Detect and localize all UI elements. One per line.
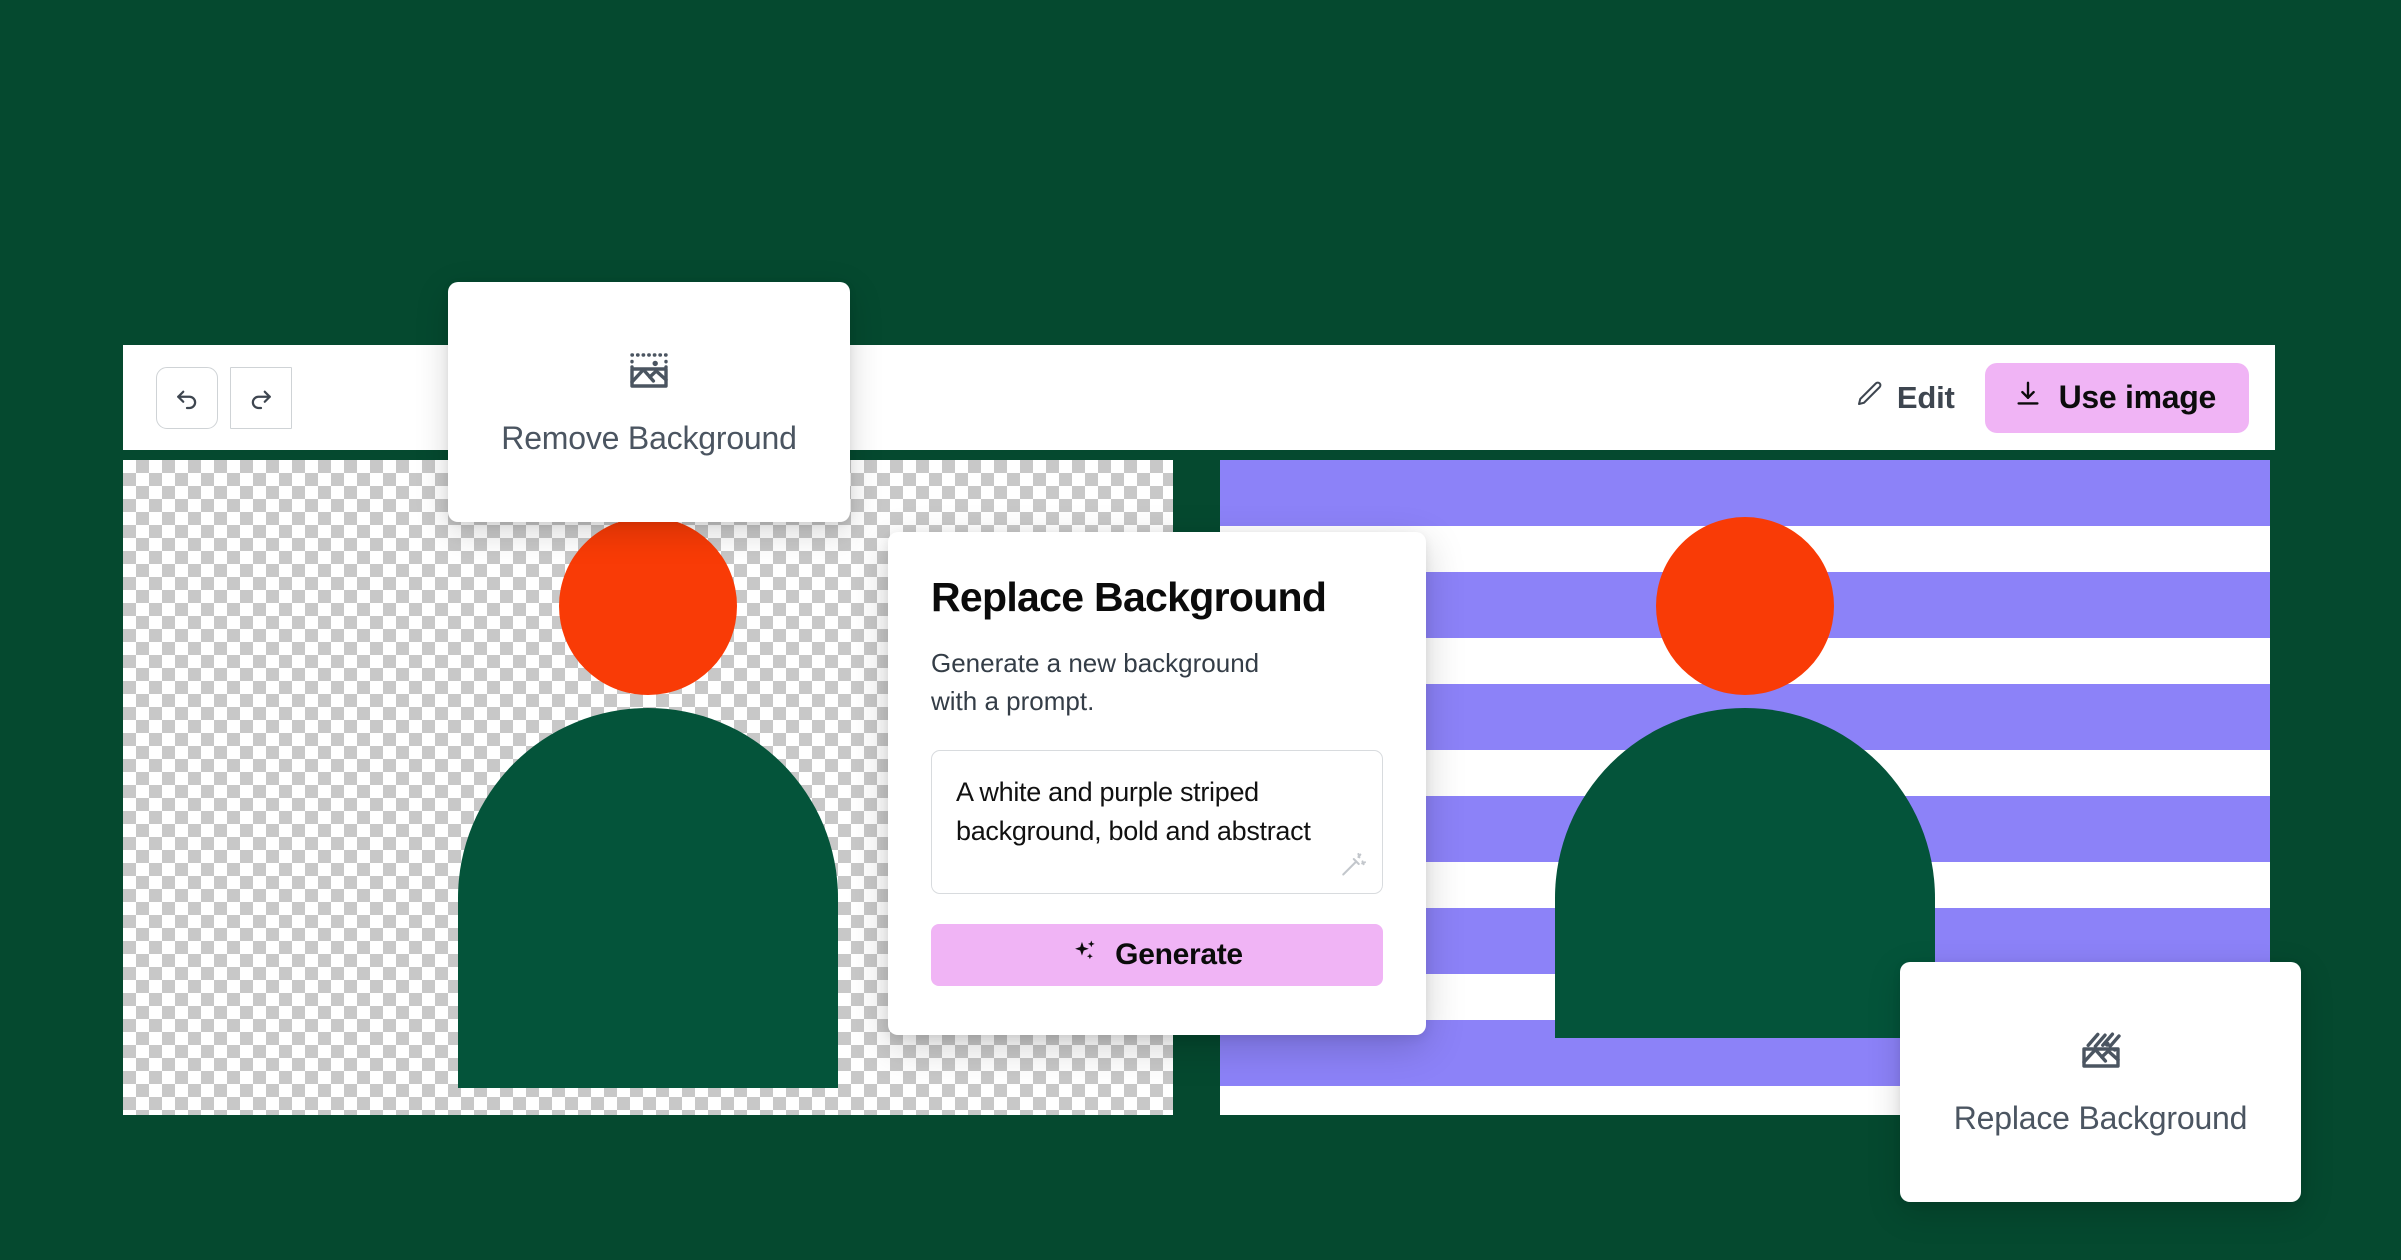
avatar bbox=[413, 460, 883, 1115]
history-controls bbox=[156, 366, 292, 429]
remove-background-card[interactable]: Remove Background bbox=[448, 282, 850, 522]
avatar-body-semicircle bbox=[458, 708, 838, 1088]
use-image-button-label: Use image bbox=[2058, 379, 2217, 415]
undo-button[interactable] bbox=[156, 366, 218, 429]
use-image-button[interactable]: Use image bbox=[1984, 362, 2249, 433]
generate-button[interactable]: Generate bbox=[931, 924, 1383, 987]
toolbar-actions: Edit Use image bbox=[1850, 362, 2249, 433]
sparkles-icon bbox=[1071, 937, 1099, 973]
replace-background-card[interactable]: Replace Background bbox=[1900, 962, 2301, 1202]
magic-wand-icon[interactable] bbox=[1338, 850, 1368, 885]
dialog-subtitle: Generate a new background with a prompt. bbox=[931, 648, 1260, 716]
generate-button-label: Generate bbox=[1115, 938, 1243, 972]
undo-arrow-icon bbox=[172, 383, 202, 413]
editor-toolbar: Edit Use image bbox=[123, 345, 2275, 450]
redo-button[interactable] bbox=[230, 366, 292, 429]
replace-background-dialog: Replace Background Generate a new backgr… bbox=[888, 532, 1426, 1035]
edit-button[interactable]: Edit bbox=[1850, 371, 1959, 425]
dialog-title: Replace Background bbox=[931, 574, 1327, 620]
avatar-body-semicircle bbox=[1555, 708, 1935, 1038]
replace-background-card-label: Replace Background bbox=[1953, 1100, 2248, 1136]
edit-button-label: Edit bbox=[1896, 379, 1955, 415]
download-icon bbox=[2013, 379, 2043, 417]
avatar-head-circle bbox=[559, 517, 737, 695]
image-dashed-icon bbox=[625, 347, 673, 400]
pencil-icon bbox=[1854, 379, 1884, 417]
image-hatched-icon bbox=[2077, 1027, 2125, 1080]
redo-arrow-icon bbox=[246, 383, 276, 413]
prompt-input[interactable] bbox=[956, 773, 1358, 872]
prompt-field[interactable] bbox=[931, 750, 1383, 895]
remove-background-card-label: Remove Background bbox=[501, 420, 797, 456]
avatar-head-circle bbox=[1656, 517, 1834, 695]
